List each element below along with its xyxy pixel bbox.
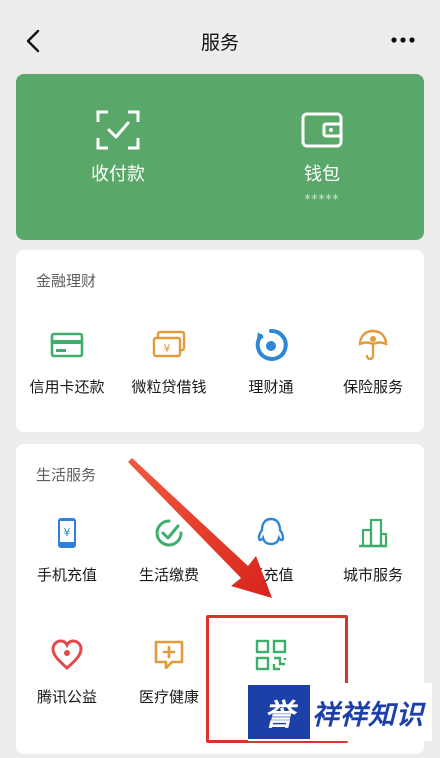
grid-item-label: 生活缴费	[138, 566, 199, 584]
wealth-icon	[255, 328, 288, 361]
more-button[interactable]	[388, 30, 418, 50]
grid-item-label: 理财通	[248, 378, 294, 396]
weilidai-item[interactable]: ¥ 微粒贷借钱	[118, 328, 220, 428]
grid-item-label: 腾讯公益	[36, 688, 97, 706]
city-service-item[interactable]: 城市服务	[322, 516, 424, 616]
credit-card-icon	[50, 332, 84, 358]
scan-check-icon	[96, 110, 140, 150]
wallet-balance-masked: *****	[304, 192, 340, 206]
grid-item-label: 微粒贷借钱	[131, 378, 207, 396]
watermark-logo: 誉	[248, 685, 310, 739]
svg-text:¥: ¥	[64, 526, 71, 539]
grid-item-label: 医疗健康	[138, 688, 199, 706]
pay-receive-label: 收付款	[91, 164, 145, 185]
watermark-text: 祥祥知识	[312, 699, 424, 731]
insurance-icon	[358, 329, 388, 361]
medical-icon	[154, 640, 184, 670]
grid-item-label: 信用卡还款	[29, 378, 105, 396]
grid-item-label: 保险服务	[342, 378, 403, 396]
bill-pay-icon	[155, 519, 183, 547]
credit-card-repay-item[interactable]: 信用卡还款	[16, 328, 118, 428]
wallet-label: 钱包	[304, 164, 340, 185]
life-payment-item[interactable]: 生活缴费	[118, 516, 220, 616]
watermark: 誉 祥祥知识	[248, 683, 432, 741]
grid-item-label: 城市服务	[342, 566, 403, 584]
grid-item-label: 币充值	[248, 566, 294, 584]
city-service-icon	[359, 518, 388, 548]
qq-coin-icon	[257, 517, 285, 546]
wallet-icon	[301, 112, 343, 148]
section-title-life: 生活服务	[36, 466, 97, 484]
licaitong-item[interactable]: 理财通	[220, 328, 322, 428]
phone-recharge-icon: ¥	[58, 518, 76, 548]
mobile-recharge-item[interactable]: ¥ 手机充值	[16, 516, 118, 616]
pay-receive-button[interactable]: 收付款	[16, 74, 220, 240]
finance-section: 金融理财 信用卡还款 ¥ 微粒贷借钱 理财通 保险服务	[16, 250, 424, 432]
top-bar: 服务	[0, 0, 440, 70]
wallet-card: 收付款 钱包 *****	[16, 74, 424, 240]
insurance-item[interactable]: 保险服务	[322, 328, 424, 428]
svg-text:¥: ¥	[164, 342, 171, 355]
watermark-logo-text: 誉	[264, 698, 294, 733]
grid-item-label: 手机充值	[36, 566, 97, 584]
section-title-finance: 金融理财	[36, 272, 97, 290]
page-title: 服务	[200, 32, 239, 54]
medical-health-item[interactable]: 医疗健康	[118, 638, 220, 738]
more-horizontal-icon	[391, 37, 415, 43]
qq-coin-item[interactable]: 币充值	[220, 516, 322, 616]
tencent-charity-item[interactable]: 腾讯公益	[16, 638, 118, 738]
wallet-button[interactable]: 钱包 *****	[220, 74, 424, 240]
charity-icon	[51, 639, 83, 671]
loan-icon: ¥	[152, 330, 186, 358]
